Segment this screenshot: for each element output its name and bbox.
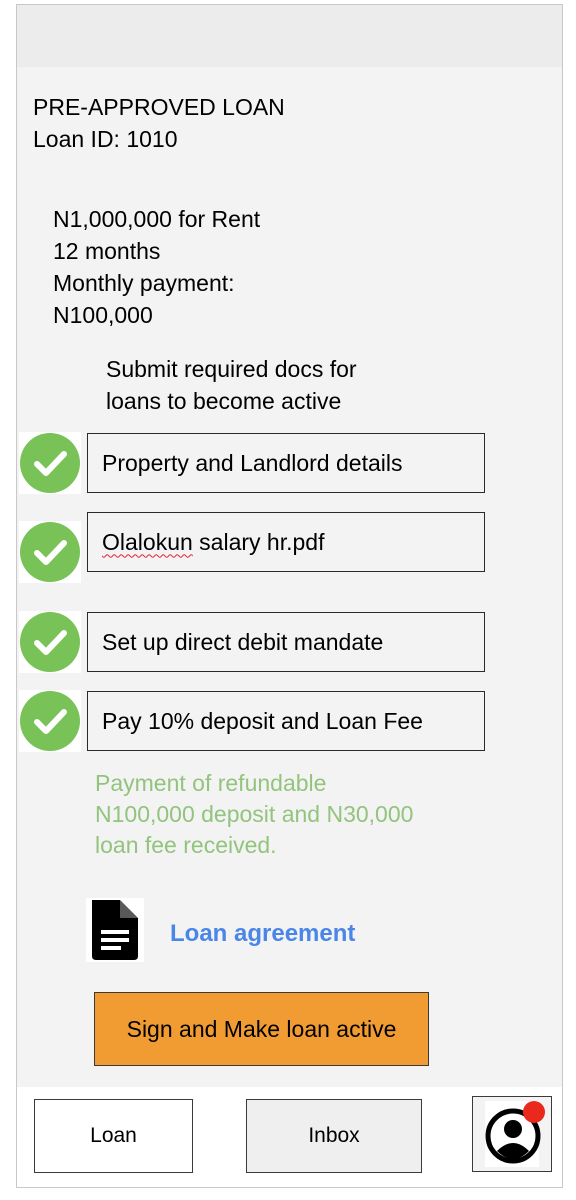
instructions-line-1: Submit required docs for [106, 356, 357, 382]
app-screen: PRE-APPROVED LOAN Loan ID: 1010 N1,000,0… [16, 4, 563, 1188]
monthly-payment-amount: N100,000 [53, 302, 153, 328]
payment-received-note: Payment of refundable N100,000 deposit a… [95, 768, 413, 861]
profile-button[interactable] [472, 1096, 552, 1172]
step-direct-debit[interactable]: Set up direct debit mandate [87, 612, 485, 672]
notification-dot [523, 1101, 545, 1123]
step-label: Olalokun salary hr.pdf [102, 528, 325, 555]
loan-term: 12 months [53, 238, 161, 264]
nav-inbox-button[interactable]: Inbox [246, 1099, 422, 1173]
step-deposit-fee[interactable]: Pay 10% deposit and Loan Fee [87, 691, 485, 751]
step-salary-document[interactable]: Olalokun salary hr.pdf [87, 512, 485, 572]
monthly-payment-label: Monthly payment: [53, 270, 235, 296]
top-bar [17, 5, 562, 67]
nav-loan-button[interactable]: Loan [34, 1099, 193, 1173]
nav-inbox-label: Inbox [308, 1124, 360, 1147]
loan-id: Loan ID: 1010 [33, 126, 178, 152]
loan-amount-purpose: N1,000,000 for Rent [53, 206, 261, 232]
step-label: Property and Landlord details [102, 449, 403, 476]
nav-loan-label: Loan [90, 1124, 137, 1147]
loan-agreement-link[interactable]: Loan agreement [170, 920, 355, 948]
check-circle-icon [19, 611, 81, 673]
instructions-line-2: loans to become active [106, 388, 342, 414]
document-icon[interactable] [86, 898, 144, 962]
bottom-navigation: Loan Inbox [17, 1087, 562, 1187]
step-label: Set up direct debit mandate [102, 628, 384, 655]
check-circle-icon [19, 690, 81, 752]
payment-note-line-3: loan fee received. [95, 832, 277, 858]
page-title: PRE-APPROVED LOAN [33, 94, 285, 120]
sign-make-active-button[interactable]: Sign and Make loan active [94, 992, 429, 1066]
sign-button-label: Sign and Make loan active [126, 1015, 397, 1042]
step-label: Pay 10% deposit and Loan Fee [102, 707, 423, 734]
user-avatar-icon [485, 1101, 545, 1167]
payment-note-line-1: Payment of refundable [95, 770, 327, 796]
step-property-landlord[interactable]: Property and Landlord details [87, 433, 485, 493]
check-circle-icon [19, 521, 81, 583]
payment-note-line-2: N100,000 deposit and N30,000 [95, 801, 414, 827]
check-circle-icon [19, 432, 81, 494]
